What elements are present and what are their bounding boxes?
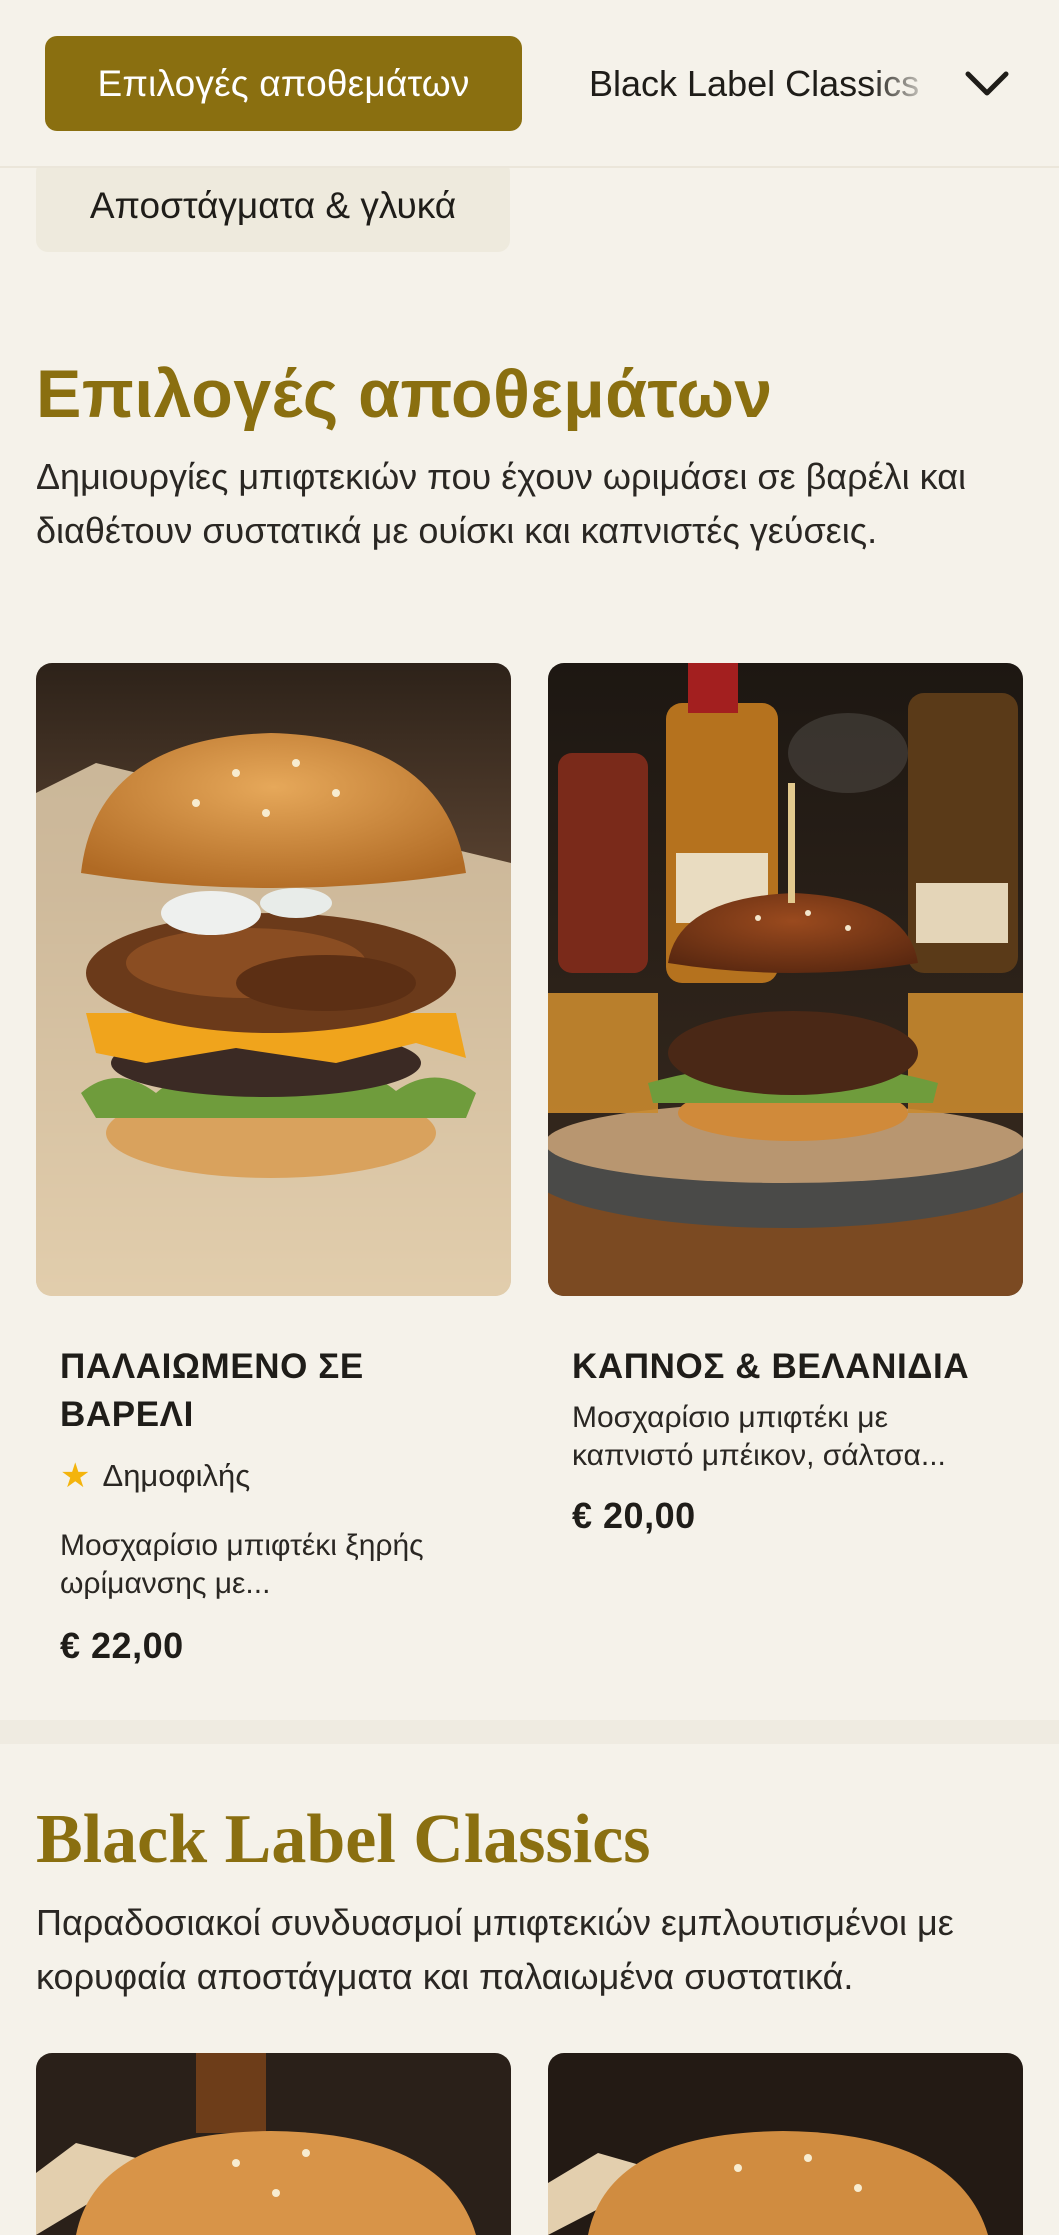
item-description: Μοσχαρίσιο μπιφτέκι με καπνιστό μπέικον,… [572,1399,946,1475]
star-icon: ★ [60,1457,91,1495]
item-description-line: Μοσχαρίσιο μπιφτέκι ξηρής [60,1529,424,1562]
section-description: Παραδοσιακοί συνδυασμοί μπιφτεκιών εμπλο… [36,1902,954,1997]
nav-tab-spirits-desserts[interactable]: Αποστάγματα & γλυκά [36,160,510,252]
burger-photo-barrel-aged[interactable] [36,663,511,1296]
item-price: € 22,00 [60,1625,184,1666]
item-name-barrel-aged[interactable]: ΠΑΛΑΙΩΜΕΝΟ ΣΕ ΒΑΡΕΛΙ [60,1343,364,1439]
section-title-black-label: Black Label Classics [36,1801,651,1878]
category-nav: Επιλογές αποθεμάτων Black Label Classics [0,0,1059,168]
burger-photo[interactable] [36,2053,511,2235]
item-description-line: καπνιστό μπέικον, σάλτσα... [572,1439,946,1472]
item-name-line: ΒΑΡΕΛΙ [60,1395,194,1434]
section-title: Επιλογές αποθεμάτων [36,356,773,432]
item-description: Μοσχαρίσιο μπιφτέκι ξηρής ωρίμανσης με..… [60,1527,424,1603]
section-description: Δημιουργίες μπιφτεκιών που έχουν ωριμάσε… [36,456,967,551]
burger-photo[interactable] [548,2053,1023,2235]
chevron-down-icon[interactable] [959,56,1015,112]
item-price: € 20,00 [572,1495,696,1536]
burger-photo-smoke-oak[interactable] [548,663,1023,1296]
popular-badge: ★ Δημοφιλής [60,1456,250,1496]
item-name-line: ΠΑΛΑΙΩΜΕΝΟ ΣΕ [60,1347,364,1386]
popular-badge-label: Δημοφιλής [102,1458,251,1493]
item-description-line: ωρίμανσης με... [60,1567,271,1600]
item-description-line: Μοσχαρίσιο μπιφτέκι με [572,1401,888,1434]
item-name-smoke-oak[interactable]: ΚΑΠΝΟΣ & ΒΕΛΑΝΙΔΙΑ [572,1343,969,1391]
nav-tab-stock-selections[interactable]: Επιλογές αποθεμάτων [45,36,522,131]
section-divider [0,1720,1059,1744]
